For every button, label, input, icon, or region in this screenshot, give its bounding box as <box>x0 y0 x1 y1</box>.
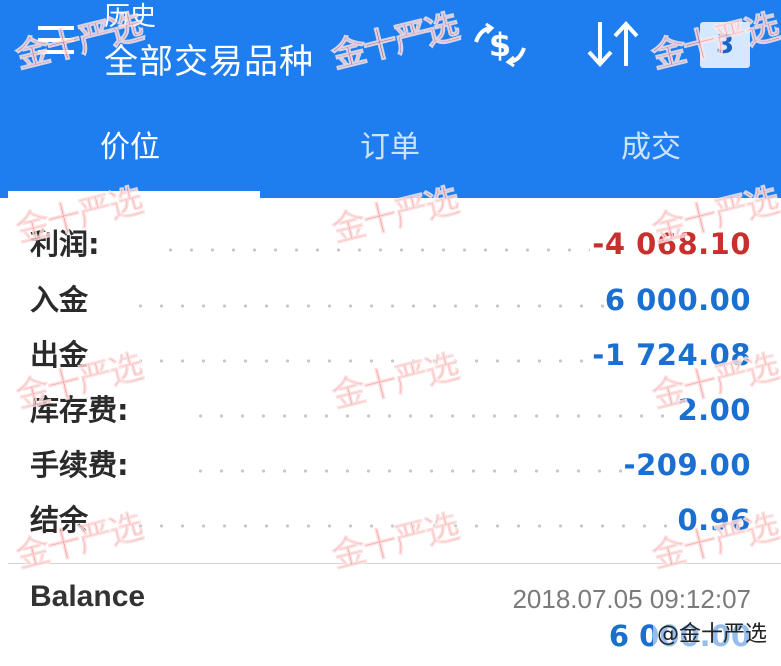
leader-dots <box>190 469 630 473</box>
balance-deal-value: 6 000.00 <box>608 619 751 653</box>
svg-text:$: $ <box>489 26 511 64</box>
deposit-value: 6 000.00 <box>604 283 751 317</box>
summary-row-withdrawal: 出金 -1 724.08 <box>0 333 781 381</box>
leader-dots <box>130 304 610 308</box>
leader-dots <box>130 359 600 363</box>
leader-dots <box>190 414 670 418</box>
leader-dots <box>130 524 670 528</box>
commission-value: -209.00 <box>623 448 751 482</box>
dollar-exchange-icon[interactable]: $ <box>468 20 532 70</box>
app-bar: 历史 全部交易品种 $ 3 价位 订单 成交 <box>0 0 781 198</box>
history-subtitle: 历史 <box>104 2 157 32</box>
sort-arrows-icon[interactable] <box>582 18 644 70</box>
summary-row-commission: 手续费: -209.00 <box>0 443 781 491</box>
balance-result-value: 0.96 <box>677 503 751 537</box>
hamburger-menu-icon[interactable] <box>16 22 80 58</box>
tab-deals[interactable]: 成交 <box>521 128 781 168</box>
withdrawal-label: 出金 <box>30 338 89 372</box>
balance-deal-label[interactable]: Balance <box>30 580 145 614</box>
deposit-label: 入金 <box>30 283 89 317</box>
tab-positions[interactable]: 价位 <box>0 128 260 168</box>
balance-result-label: 结余 <box>30 503 89 537</box>
leader-dots <box>160 248 590 252</box>
calendar-period-icon[interactable]: 3 <box>700 22 750 68</box>
swap-value: 2.00 <box>677 393 751 427</box>
symbol-filter-title[interactable]: 全部交易品种 <box>104 40 314 84</box>
profit-label: 利润: <box>30 227 100 261</box>
profit-value: -4 068.10 <box>592 227 751 261</box>
summary-row-profit: 利润: -4 068.10 <box>0 222 781 270</box>
swap-label: 库存费: <box>30 393 129 427</box>
section-divider <box>8 563 781 564</box>
tab-orders[interactable]: 订单 <box>260 128 520 168</box>
withdrawal-value: -1 724.08 <box>592 338 751 372</box>
summary-row-swap: 库存费: 2.00 <box>0 388 781 436</box>
summary-row-deposit: 入金 6 000.00 <box>0 278 781 326</box>
active-tab-indicator <box>8 191 260 198</box>
summary-row-balance-result: 结余 0.96 <box>0 498 781 546</box>
balance-deal-timestamp: 2018.07.05 09:12:07 <box>512 584 751 614</box>
commission-label: 手续费: <box>30 448 129 482</box>
